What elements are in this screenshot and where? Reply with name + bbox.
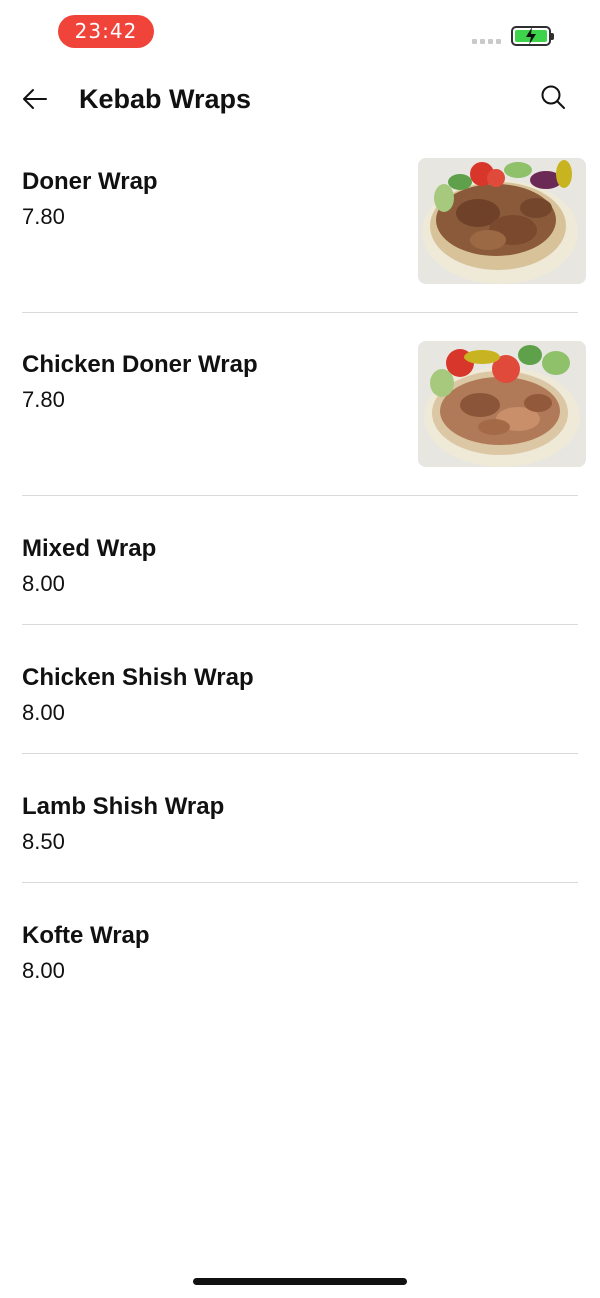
item-name: Chicken Shish Wrap	[22, 664, 254, 691]
menu-item-doner-wrap[interactable]: Doner Wrap 7.80	[0, 134, 600, 313]
item-price: 8.00	[22, 958, 65, 983]
chicken-doner-wrap-photo	[418, 341, 586, 467]
status-time: 23:42	[58, 15, 154, 48]
status-bar: 23:42	[0, 0, 600, 64]
screen: 23:42 Kebab Wraps Doner Wrap 7.80 Chicke…	[0, 0, 600, 1298]
arrow-left-icon	[23, 89, 47, 109]
doner-wrap-photo	[418, 158, 586, 284]
battery-icon	[511, 26, 554, 46]
page-title: Kebab Wraps	[79, 84, 252, 114]
item-price: 8.00	[22, 571, 65, 596]
item-name: Lamb Shish Wrap	[22, 793, 225, 820]
app-header: Kebab Wraps	[0, 64, 600, 134]
back-button[interactable]	[18, 82, 52, 116]
search-button[interactable]	[538, 82, 570, 114]
signal-icon	[472, 39, 501, 44]
menu-item-kofte-wrap[interactable]: Kofte Wrap 8.00	[0, 883, 600, 1012]
item-name: Mixed Wrap	[22, 535, 157, 562]
item-name: Kofte Wrap	[22, 922, 150, 949]
menu-list: Doner Wrap 7.80 Chicken Doner Wrap 7.80 …	[0, 134, 600, 1012]
menu-item-mixed-wrap[interactable]: Mixed Wrap 8.00	[0, 496, 600, 625]
charging-bolt-icon	[526, 27, 536, 45]
menu-item-chicken-shish-wrap[interactable]: Chicken Shish Wrap 8.00	[0, 625, 600, 754]
item-price: 8.00	[22, 700, 65, 725]
search-icon	[541, 85, 565, 109]
item-price: 7.80	[22, 387, 65, 412]
home-indicator[interactable]	[193, 1278, 407, 1285]
item-price: 7.80	[22, 204, 65, 229]
item-price: 8.50	[22, 829, 65, 854]
item-name: Chicken Doner Wrap	[22, 351, 258, 378]
menu-item-lamb-shish-wrap[interactable]: Lamb Shish Wrap 8.50	[0, 754, 600, 883]
item-photo	[418, 341, 586, 467]
item-photo	[418, 158, 586, 284]
menu-item-chicken-doner-wrap[interactable]: Chicken Doner Wrap 7.80	[0, 313, 600, 496]
item-name: Doner Wrap	[22, 168, 158, 195]
